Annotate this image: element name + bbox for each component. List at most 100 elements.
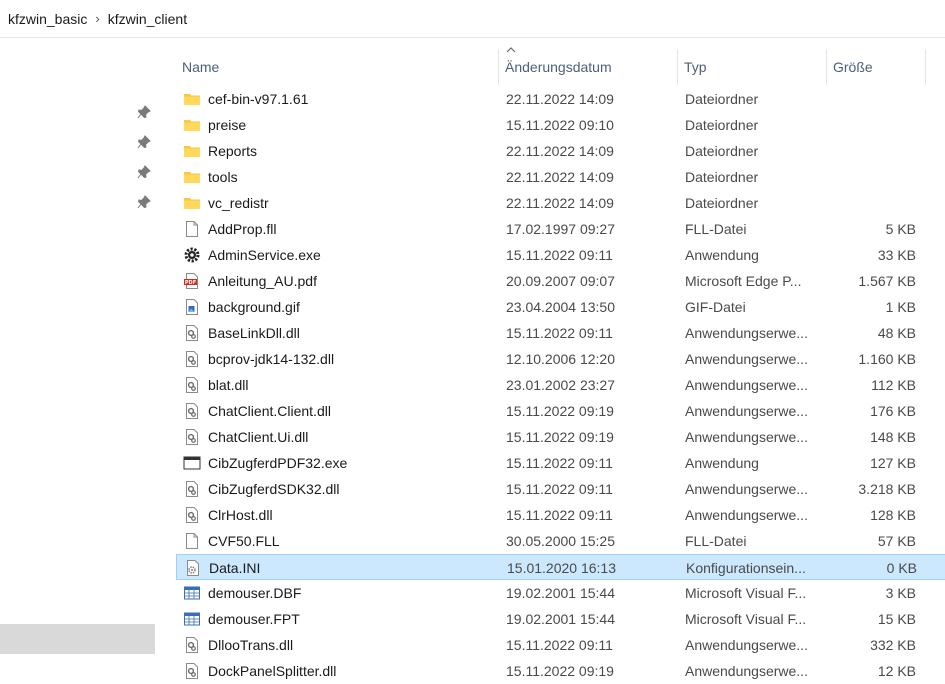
file-name: demouser.DBF bbox=[208, 585, 302, 601]
file-date: 15.11.2022 09:11 bbox=[506, 637, 613, 653]
file-date: 15.11.2022 09:11 bbox=[506, 507, 613, 523]
column-type[interactable]: Typ bbox=[678, 49, 826, 85]
file-name: tools bbox=[208, 169, 238, 185]
file-date: 19.02.2001 15:44 bbox=[506, 585, 615, 601]
file-type: Anwendung bbox=[685, 455, 759, 471]
file-row[interactable]: Reports 22.11.2022 14:09 Dateiordner bbox=[176, 138, 945, 164]
column-date[interactable]: Änderungsdatum bbox=[499, 49, 677, 85]
file-size: 176 KB bbox=[870, 403, 916, 419]
file-name: DockPanelSplitter.dll bbox=[208, 663, 337, 679]
file-name: CVF50.FLL bbox=[208, 533, 280, 549]
file-row[interactable]: demouser.FPT 19.02.2001 15:44 Microsoft Vi… bbox=[176, 606, 945, 632]
column-divider[interactable] bbox=[925, 49, 926, 85]
file-date: 22.11.2022 14:09 bbox=[506, 169, 614, 185]
pin-icon[interactable] bbox=[137, 135, 151, 149]
file-name: BaseLinkDll.dll bbox=[208, 325, 300, 341]
file-type: FLL-Datei bbox=[685, 533, 747, 549]
ini-file-icon bbox=[184, 559, 202, 577]
pin-icon[interactable] bbox=[137, 105, 151, 119]
file-row-selected[interactable]: Data.INI 15.01.2020 16:13 Konfigurationsei… bbox=[176, 554, 945, 580]
file-size: 33 KB bbox=[877, 247, 916, 263]
file-size bbox=[826, 190, 916, 216]
file-size bbox=[826, 138, 916, 164]
file-row[interactable]: CVF50.FLL 30.05.2000 15:25 FLL-Datei 57 KB bbox=[176, 528, 945, 554]
file-type: Anwendungserwe... bbox=[685, 377, 808, 393]
breadcrumb-item-kfzwin-basic[interactable]: kfzwin_basic bbox=[0, 11, 93, 27]
file-date: 22.11.2022 14:09 bbox=[506, 91, 614, 107]
breadcrumb-item-kfzwin-client[interactable]: kfzwin_client bbox=[102, 11, 193, 27]
file-row[interactable]: vc_redistr 22.11.2022 14:09 Dateiordner bbox=[176, 190, 945, 216]
dll-icon bbox=[183, 376, 201, 394]
file-size bbox=[826, 86, 916, 112]
file-size: 5 KB bbox=[885, 221, 916, 237]
blank-file-icon bbox=[183, 532, 201, 550]
file-size bbox=[826, 112, 916, 138]
file-name: AddProp.fll bbox=[208, 221, 277, 237]
file-type: Anwendungserwe... bbox=[685, 481, 808, 497]
file-type: Anwendungserwe... bbox=[685, 351, 808, 367]
folder-icon bbox=[183, 168, 201, 186]
dll-icon bbox=[183, 636, 201, 654]
file-name: Anleitung_AU.pdf bbox=[208, 273, 317, 289]
file-row[interactable]: tools 22.11.2022 14:09 Dateiordner bbox=[176, 164, 945, 190]
file-row[interactable]: ChatClient.Client.dll 15.11.2022 09:19 Anw… bbox=[176, 398, 945, 424]
file-name: CibZugferdSDK32.dll bbox=[208, 481, 340, 497]
file-name: DllooTrans.dll bbox=[208, 637, 294, 653]
pin-icon[interactable] bbox=[137, 165, 151, 179]
dll-icon bbox=[183, 480, 201, 498]
column-size[interactable]: Größe bbox=[827, 49, 925, 85]
file-row[interactable]: DllooTrans.dll 15.11.2022 09:11 Anwendungs… bbox=[176, 632, 945, 658]
folder-icon bbox=[183, 194, 201, 212]
file-type: Dateiordner bbox=[685, 143, 759, 159]
file-row[interactable]: bcprov-jdk14-132.dll 12.10.2006 12:20 Anwe… bbox=[176, 346, 945, 372]
file-date: 15.11.2022 09:11 bbox=[506, 455, 613, 471]
file-name: Reports bbox=[208, 143, 258, 159]
image-file-icon bbox=[183, 298, 201, 316]
file-date: 22.11.2022 14:09 bbox=[506, 195, 614, 211]
file-size: 128 KB bbox=[870, 507, 916, 523]
file-date: 15.11.2022 09:11 bbox=[506, 325, 613, 341]
file-name: ChatClient.Ui.dll bbox=[208, 429, 309, 445]
file-size: 112 KB bbox=[871, 377, 916, 393]
pdf-icon: PDF bbox=[183, 272, 201, 290]
chevron-right-icon[interactable]: › bbox=[93, 11, 101, 26]
dll-icon bbox=[183, 324, 201, 342]
file-name: vc_redistr bbox=[208, 195, 269, 211]
breadcrumb: kfzwin_basic › kfzwin_client bbox=[0, 0, 945, 38]
file-size: 57 KB bbox=[877, 533, 916, 549]
file-row[interactable]: ChatClient.Ui.dll 15.11.2022 09:19 Anwendu… bbox=[176, 424, 945, 450]
file-size: 1 KB bbox=[885, 299, 916, 315]
file-name: ChatClient.Client.dll bbox=[208, 403, 331, 419]
file-row[interactable]: DockPanelSplitter.dll 15.11.2022 09:19 Anw… bbox=[176, 658, 945, 684]
file-row[interactable]: preise 15.11.2022 09:10 Dateiordner bbox=[176, 112, 945, 138]
file-date: 17.02.1997 09:27 bbox=[506, 221, 615, 237]
file-date: 19.02.2001 15:44 bbox=[506, 611, 615, 627]
file-row[interactable]: CibZugferdPDF32.exe 15.11.2022 09:11 Anwen… bbox=[176, 450, 945, 476]
file-row[interactable]: CibZugferdSDK32.dll 15.11.2022 09:11 Anwen… bbox=[176, 476, 945, 502]
file-row[interactable]: background.gif 23.04.2004 13:50 GIF-Datei 1… bbox=[176, 294, 945, 320]
file-row[interactable]: BaseLinkDll.dll 15.11.2022 09:11 Anwendung… bbox=[176, 320, 945, 346]
column-name[interactable]: Name bbox=[176, 49, 498, 85]
file-name: blat.dll bbox=[208, 377, 249, 393]
file-date: 23.01.2002 23:27 bbox=[506, 377, 615, 393]
file-date: 30.05.2000 15:25 bbox=[506, 533, 615, 549]
file-row[interactable]: ClrHost.dll 15.11.2022 09:11 Anwendungserw… bbox=[176, 502, 945, 528]
file-type: Microsoft Visual F... bbox=[685, 611, 807, 627]
svg-text:PDF: PDF bbox=[185, 280, 196, 286]
nav-item-highlighted[interactable] bbox=[0, 624, 155, 654]
file-row[interactable]: AddProp.fll 17.02.1997 09:27 FLL-Datei 5 KB bbox=[176, 216, 945, 242]
file-type: Anwendungserwe... bbox=[685, 507, 808, 523]
file-date: 15.11.2022 09:11 bbox=[506, 481, 613, 497]
file-row[interactable]: demouser.DBF 19.02.2001 15:44 Microsoft Vi… bbox=[176, 580, 945, 606]
dll-icon bbox=[183, 662, 201, 680]
pin-icon[interactable] bbox=[137, 195, 151, 209]
file-type: FLL-Datei bbox=[685, 221, 747, 237]
file-type: Microsoft Edge P... bbox=[685, 273, 802, 289]
file-type: Anwendung bbox=[685, 247, 759, 263]
file-row[interactable]: blat.dll 23.01.2002 23:27 Anwendungserwe..… bbox=[176, 372, 945, 398]
window-exe-icon bbox=[183, 454, 201, 472]
folder-icon bbox=[183, 90, 201, 108]
file-row[interactable]: cef-bin-v97.1.61 22.11.2022 14:09 Dateiord… bbox=[176, 86, 945, 112]
file-row[interactable]: AdminService.exe 15.11.2022 09:11 Anwendun… bbox=[176, 242, 945, 268]
file-row[interactable]: PDF Anleitung_AU.pdf 20.09.2007 09:07 Micro… bbox=[176, 268, 945, 294]
